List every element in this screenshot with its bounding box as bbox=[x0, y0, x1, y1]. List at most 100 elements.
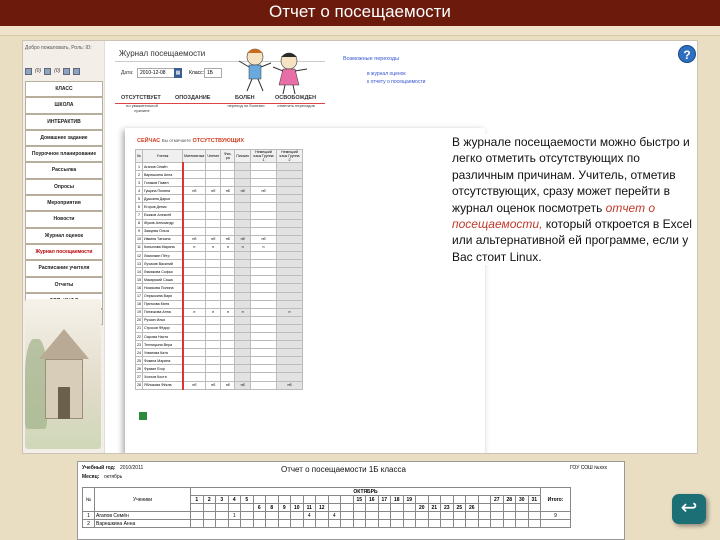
attendance-cell[interactable] bbox=[234, 267, 251, 277]
attendance-cell[interactable] bbox=[220, 283, 236, 293]
attendance-cell[interactable] bbox=[276, 251, 303, 261]
attendance-cell[interactable]: нб bbox=[205, 186, 222, 196]
sidebar-item[interactable]: Журнал оценок bbox=[25, 227, 103, 244]
attendance-cell[interactable] bbox=[181, 194, 207, 204]
attendance-cell[interactable] bbox=[205, 178, 222, 188]
attendance-cell[interactable] bbox=[205, 259, 222, 269]
attendance-cell[interactable] bbox=[276, 275, 303, 285]
attendance-cell[interactable] bbox=[276, 291, 303, 301]
attendance-cell[interactable] bbox=[205, 364, 222, 374]
attendance-cell[interactable] bbox=[276, 364, 303, 374]
attendance-cell[interactable]: нб bbox=[234, 380, 251, 390]
status-absent[interactable]: ОТСУТСТВУЕТ bbox=[121, 95, 161, 101]
attendance-cell[interactable] bbox=[220, 218, 236, 228]
link-grade-journal[interactable]: в журнал оценок bbox=[367, 71, 406, 77]
attendance-cell[interactable] bbox=[181, 226, 207, 236]
mail-icon[interactable] bbox=[25, 67, 32, 75]
attendance-cell[interactable] bbox=[276, 283, 303, 293]
attendance-cell[interactable] bbox=[234, 299, 251, 309]
settings-icon[interactable] bbox=[63, 67, 71, 75]
attendance-cell[interactable] bbox=[220, 251, 236, 261]
attendance-cell[interactable] bbox=[220, 178, 236, 188]
attendance-cell[interactable]: нб bbox=[205, 380, 222, 390]
attendance-cell[interactable] bbox=[250, 218, 277, 228]
attendance-cell[interactable] bbox=[234, 315, 251, 325]
attendance-cell[interactable]: н bbox=[250, 242, 277, 253]
sidebar-item[interactable]: ШКОЛА bbox=[25, 97, 103, 114]
attendance-cell[interactable] bbox=[276, 226, 303, 236]
attendance-cell[interactable] bbox=[250, 275, 277, 285]
attendance-cell[interactable] bbox=[250, 202, 277, 212]
class-select[interactable]: 1Б bbox=[204, 68, 222, 78]
attendance-cell[interactable] bbox=[205, 170, 222, 180]
attendance-cell[interactable] bbox=[181, 283, 207, 293]
attendance-cell[interactable] bbox=[234, 275, 251, 285]
attendance-cell[interactable] bbox=[276, 315, 303, 325]
attendance-cell[interactable] bbox=[250, 331, 277, 342]
attendance-cell[interactable] bbox=[234, 348, 251, 358]
attendance-cell[interactable] bbox=[276, 242, 303, 253]
sidebar-item[interactable]: ИНТЕРАКТИВ bbox=[25, 113, 103, 130]
attendance-cell[interactable] bbox=[276, 356, 303, 366]
attendance-cell[interactable] bbox=[250, 267, 277, 277]
attendance-cell[interactable] bbox=[181, 348, 207, 358]
attendance-cell[interactable] bbox=[181, 170, 207, 180]
attendance-cell[interactable] bbox=[276, 161, 303, 172]
attendance-cell[interactable] bbox=[205, 194, 222, 204]
attendance-cell[interactable]: нб bbox=[220, 234, 236, 244]
attendance-cell[interactable]: нб bbox=[181, 380, 207, 390]
attendance-cell[interactable] bbox=[234, 218, 251, 228]
attendance-cell[interactable] bbox=[220, 161, 236, 172]
attendance-cell[interactable] bbox=[234, 226, 251, 236]
attendance-cell[interactable] bbox=[205, 251, 222, 261]
attendance-cell[interactable] bbox=[250, 340, 277, 350]
attendance-cell[interactable] bbox=[250, 226, 277, 236]
attendance-cell[interactable]: нб bbox=[234, 186, 251, 196]
attendance-cell[interactable]: нб bbox=[181, 234, 207, 244]
attendance-cell[interactable]: н bbox=[234, 242, 251, 253]
attendance-cell[interactable] bbox=[234, 251, 251, 261]
next-arrow-button[interactable]: ↩ bbox=[672, 494, 706, 524]
attendance-cell[interactable] bbox=[250, 170, 277, 180]
sidebar-item[interactable]: Расписание учителя bbox=[25, 260, 103, 277]
attendance-cell[interactable]: нб bbox=[250, 234, 277, 244]
sidebar-item[interactable]: Новости bbox=[25, 211, 103, 228]
attendance-cell[interactable]: н bbox=[205, 307, 222, 317]
attendance-cell[interactable] bbox=[205, 323, 222, 333]
attendance-cell[interactable] bbox=[234, 210, 251, 220]
attendance-cell[interactable] bbox=[276, 372, 303, 382]
attendance-cell[interactable] bbox=[220, 194, 236, 204]
attendance-cell[interactable] bbox=[250, 348, 277, 358]
attendance-cell[interactable] bbox=[220, 275, 236, 285]
attendance-cell[interactable] bbox=[234, 364, 251, 374]
attendance-cell[interactable]: н bbox=[181, 307, 207, 317]
attendance-cell[interactable]: н bbox=[234, 307, 251, 317]
attendance-cell[interactable] bbox=[276, 234, 303, 244]
attendance-cell[interactable] bbox=[205, 267, 222, 277]
sidebar-item[interactable]: Опросы bbox=[25, 178, 103, 196]
attendance-cell[interactable] bbox=[220, 340, 236, 350]
status-exempt[interactable]: ОСВОБОЖДЕН bbox=[275, 95, 316, 101]
attendance-cell[interactable] bbox=[181, 275, 207, 285]
attendance-cell[interactable] bbox=[220, 267, 236, 277]
attendance-cell[interactable] bbox=[181, 267, 207, 277]
attendance-cell[interactable] bbox=[181, 331, 207, 342]
attendance-cell[interactable]: нб bbox=[250, 186, 277, 196]
attendance-cell[interactable] bbox=[234, 372, 251, 382]
attendance-cell[interactable]: нб bbox=[220, 380, 236, 390]
attendance-cell[interactable] bbox=[220, 202, 236, 212]
attendance-cell[interactable]: нб bbox=[205, 234, 222, 244]
attendance-cell[interactable] bbox=[205, 372, 222, 382]
attendance-cell[interactable] bbox=[181, 259, 207, 269]
attendance-cell[interactable] bbox=[205, 218, 222, 228]
attendance-cell[interactable] bbox=[181, 218, 207, 228]
sidebar-item[interactable]: Журнал посещаемости bbox=[25, 243, 103, 261]
attendance-cell[interactable] bbox=[276, 331, 303, 342]
attendance-cell[interactable] bbox=[205, 275, 222, 285]
attendance-cell[interactable] bbox=[250, 315, 277, 325]
calendar-icon[interactable]: ▦ bbox=[174, 68, 182, 78]
attendance-cell[interactable] bbox=[205, 331, 222, 342]
attendance-cell[interactable] bbox=[220, 226, 236, 236]
attendance-cell[interactable]: нб bbox=[276, 380, 303, 390]
attendance-cell[interactable] bbox=[250, 356, 277, 366]
